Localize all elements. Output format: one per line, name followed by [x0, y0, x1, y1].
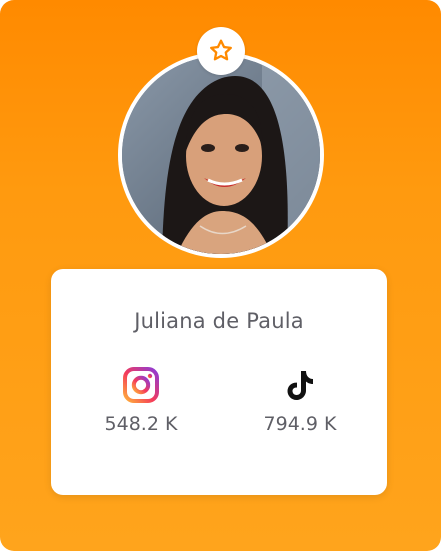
favorite-badge[interactable]: [197, 27, 245, 75]
info-panel: Juliana de Paula 548.2 K 794.9 K: [51, 269, 387, 495]
tiktok-stat[interactable]: 794.9 K: [240, 367, 360, 435]
instagram-icon: [123, 367, 159, 403]
instagram-stat[interactable]: 548.2 K: [81, 367, 201, 435]
tiktok-icon: [287, 371, 313, 400]
influencer-card: Juliana de Paula 548.2 K 794.9 K: [0, 0, 441, 551]
avatar-ring: [118, 52, 324, 258]
tiktok-followers: 794.9 K: [263, 413, 337, 435]
avatar[interactable]: [122, 56, 320, 254]
profile-name: Juliana de Paula: [134, 309, 304, 333]
star-icon: [210, 39, 232, 61]
avatar-photo: [122, 56, 320, 254]
instagram-followers: 548.2 K: [104, 413, 178, 435]
